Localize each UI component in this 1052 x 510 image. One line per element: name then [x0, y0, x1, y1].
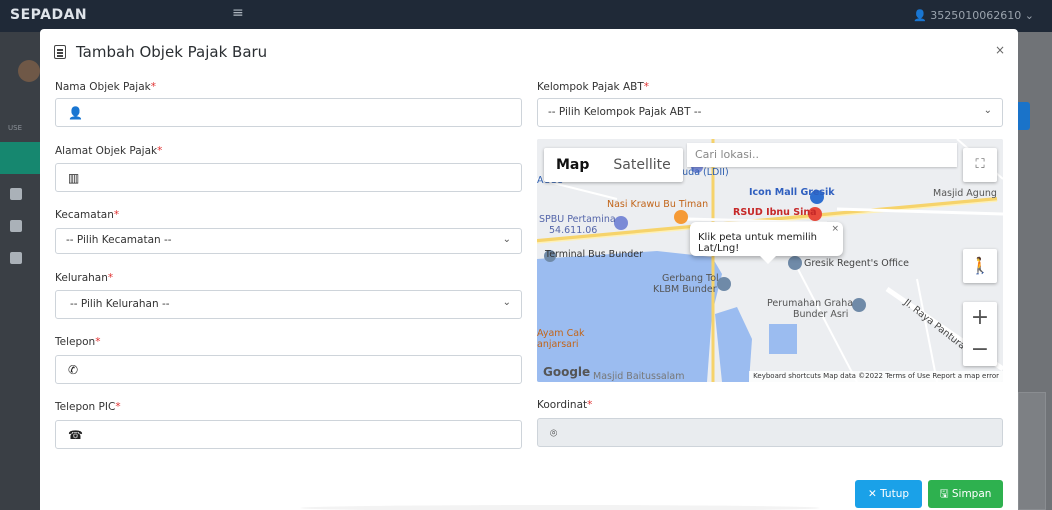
map-type-satellite-button[interactable]: Satellite: [601, 148, 682, 182]
map-label: Gresik Regent's Office: [804, 258, 909, 269]
alamat-objek-pajak-input[interactable]: ▥: [55, 163, 522, 192]
brand-logo: SEPADAN: [10, 7, 88, 23]
map-marker-icon: ⌾: [550, 426, 558, 440]
menu-toggle-icon[interactable]: ≡: [232, 5, 244, 21]
map-label: SPBU Pertamina: [539, 214, 616, 225]
map-label: Perumahan Graha: [767, 298, 854, 309]
telepon-input[interactable]: ✆: [55, 355, 522, 384]
kelurahan-select-value: -- Pilih Kelurahan --: [70, 298, 170, 310]
report-icon[interactable]: [10, 252, 22, 264]
modal-title-text: Tambah Objek Pajak Baru: [76, 43, 268, 61]
phone-icon: ✆: [68, 363, 79, 377]
kecamatan-select[interactable]: -- Pilih Kecamatan -- ⌄: [55, 228, 522, 254]
close-icon[interactable]: ×: [995, 43, 1005, 57]
map-tooltip-text: Klik peta untuk memilih Lat/Lng!: [698, 232, 818, 254]
map-info-tooltip: Klik peta untuk memilih Lat/Lng! ×: [690, 222, 843, 264]
file-icon[interactable]: [10, 188, 22, 200]
map-label: Icon Mall Gresik: [749, 187, 835, 198]
zoom-control: + −: [963, 302, 997, 366]
map-label: Terminal Bus Bunder: [545, 249, 644, 260]
kelurahan-select[interactable]: -- Pilih Kelurahan -- ⌄: [55, 290, 522, 319]
modal-footer-divider: [300, 505, 820, 510]
telephone-icon: ☎: [68, 428, 83, 442]
map-label: 54.611.06: [549, 225, 598, 236]
map-label: KLBM Bunder: [653, 284, 717, 295]
map-label: anjarsari: [537, 339, 579, 350]
kelompok-pajak-abt-select[interactable]: -- Pilih Kelompok Pajak ABT -- ⌄: [537, 98, 1003, 127]
telepon-pic-input[interactable]: ☎: [55, 420, 522, 449]
telepon-pic-label: Telepon PIC*: [55, 401, 121, 413]
map-label: Masjid Agung: [933, 188, 997, 199]
fullscreen-icon[interactable]: ⛶: [963, 148, 997, 182]
map-label: Masjid Baitussalam: [593, 371, 685, 382]
zoom-out-button[interactable]: −: [963, 334, 997, 366]
kecamatan-select-value: -- Pilih Kecamatan --: [66, 234, 172, 246]
kelompok-label: Kelompok Pajak ABT*: [537, 81, 650, 93]
simpan-button[interactable]: 🖫 Simpan: [928, 480, 1003, 508]
map-search-input[interactable]: Cari lokasi..: [687, 143, 957, 167]
chevron-down-icon: ⌄: [502, 234, 511, 245]
zoom-in-button[interactable]: +: [963, 302, 997, 334]
background-button: [1018, 102, 1030, 130]
map-label: Huda (LDII): [675, 167, 729, 178]
document-icon: [54, 45, 66, 59]
kelompok-select-value: -- Pilih Kelompok Pajak ABT --: [548, 106, 702, 118]
add-tax-object-modal: Tambah Objek Pajak Baru × Nama Objek Paj…: [40, 29, 1018, 510]
alamat-label: Alamat Objek Pajak*: [55, 145, 163, 157]
telepon-label: Telepon*: [55, 336, 101, 348]
map-footer[interactable]: Keyboard shortcuts Map data ©2022 Terms …: [749, 371, 1003, 382]
background-content: [1018, 32, 1052, 510]
sidebar: USE: [0, 32, 40, 510]
map-label: Bunder Asri: [793, 309, 849, 320]
user-id: 352501006261​0: [930, 9, 1022, 22]
map-label: RSUD Ibnu Sina: [733, 207, 817, 218]
chevron-down-icon: ⌄: [983, 105, 992, 116]
google-logo: Google: [543, 365, 591, 379]
avatar: [18, 60, 40, 82]
file-icon[interactable]: [10, 220, 22, 232]
user-menu[interactable]: 👤 352501006261​0 ⌄: [913, 9, 1034, 22]
tutup-button[interactable]: ✕ Tutup: [855, 480, 922, 508]
tooltip-close-icon[interactable]: ×: [831, 224, 839, 234]
nama-label: Nama Objek Pajak*: [55, 81, 156, 93]
sidebar-item-active[interactable]: [0, 142, 40, 174]
sidebar-section-label: USE: [8, 124, 22, 132]
kelurahan-label: Kelurahan*: [55, 272, 114, 284]
map-type-map-button[interactable]: Map: [544, 148, 601, 182]
map-label: Nasi Krawu Bu Timan: [607, 199, 709, 210]
pegman-icon[interactable]: 🚶: [963, 249, 997, 283]
map-label: Gerbang Tol: [662, 273, 719, 284]
background-panel: [1018, 392, 1046, 510]
chevron-down-icon: ⌄: [502, 297, 511, 308]
top-navbar: SEPADAN ≡ 👤 352501006261​0 ⌄: [0, 0, 1052, 32]
map-type-control: Map Satellite: [544, 148, 683, 182]
kecamatan-label: Kecamatan*: [55, 209, 120, 221]
koordinat-input[interactable]: ⌾: [537, 418, 1003, 447]
simpan-label: Simpan: [951, 488, 992, 500]
location-map[interactable]: ACCU Huda (LDII) Icon Mall Gresik Masjid…: [537, 139, 1003, 382]
tutup-label: Tutup: [880, 488, 910, 500]
nama-objek-pajak-input[interactable]: 👤: [55, 98, 522, 127]
koordinat-label: Koordinat*: [537, 399, 593, 411]
map-label: Ayam Cak: [537, 328, 585, 339]
modal-title: Tambah Objek Pajak Baru: [54, 43, 267, 61]
map-icon: ▥: [68, 171, 80, 185]
user-icon: 👤: [68, 106, 83, 120]
